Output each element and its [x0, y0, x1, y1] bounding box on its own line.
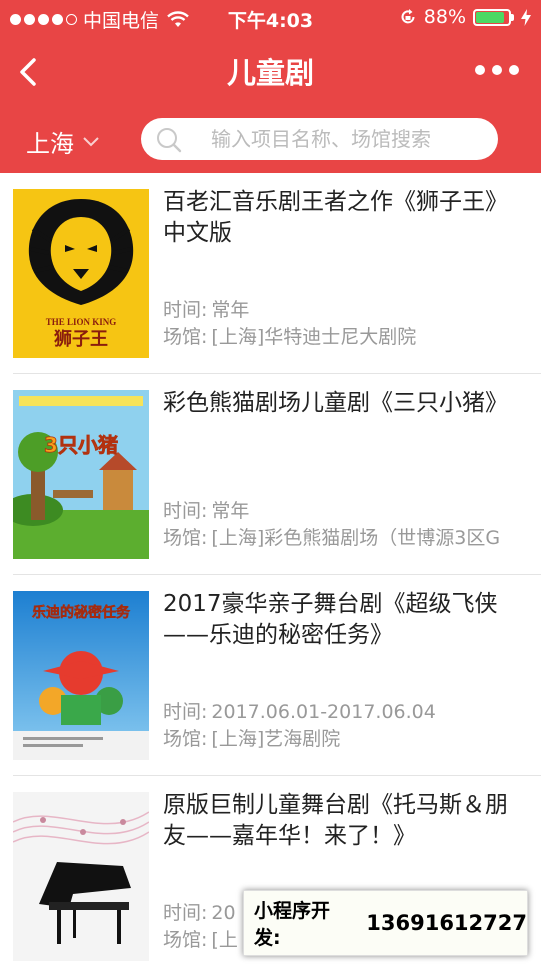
more-dot-icon — [475, 65, 485, 75]
item-title: 2017豪华亲子舞台剧《超级飞侠——乐迪的秘密任务》 — [163, 591, 498, 648]
list-item[interactable]: 3只小猪 彩色熊猫剧场儿童剧《三只小猪》 时间: 常年 场馆: [上海]彩色熊猫剧场… — [0, 374, 541, 575]
poster-image: 3只小猪 — [13, 390, 149, 559]
item-title: 彩色熊猫剧场儿童剧《三只小猪》 — [163, 390, 508, 416]
item-time: 时间: 常年 — [163, 299, 250, 321]
item-title: 原版巨制儿童舞台剧《托马斯＆朋友——嘉年华！来了！》 — [163, 792, 508, 849]
page-title: 儿童剧 — [226, 56, 314, 90]
item-title: 百老汇音乐剧王者之作《狮子王》中文版 — [163, 189, 508, 246]
orientation-lock-icon — [401, 9, 415, 24]
more-button[interactable] — [475, 62, 519, 78]
filter-bar: 上海 — [0, 106, 541, 173]
status-bar: 中国电信 下午4:03 88% — [0, 0, 541, 36]
list-item[interactable]: 乐迪的秘密任务 2017豪华亲子舞台剧《超级飞侠——乐迪的秘密任务》 时间: 20… — [0, 575, 541, 776]
nav-bar: 儿童剧 — [0, 36, 541, 106]
battery-percent: 88% — [423, 6, 466, 28]
header: 中国电信 下午4:03 88% 儿童剧 上海 输入项目名称、场馆搜索 — [0, 0, 541, 173]
item-venue: 场馆: [上海]艺海剧院 — [163, 728, 341, 750]
status-right: 88% — [399, 6, 531, 28]
battery-icon — [473, 8, 514, 26]
search-box[interactable] — [141, 118, 498, 160]
poster-image: THE LION KING 狮子王 — [13, 189, 149, 358]
poster-cn-title: 狮子王 — [54, 329, 108, 350]
poster-image — [13, 792, 149, 961]
city-selector[interactable]: 上海 — [26, 124, 100, 159]
promo-banner[interactable]: 小程序开发: 13691612727 — [243, 890, 528, 956]
list-item[interactable]: THE LION KING 狮子王 百老汇音乐剧王者之作《狮子王》中文版 时间:… — [0, 173, 541, 374]
poster-mark: THE LION KING — [46, 317, 117, 327]
item-time: 时间: 2017.06.01-2017.06.04 — [163, 701, 436, 723]
more-dot-icon — [492, 65, 502, 75]
item-time: 时间: 常年 — [163, 500, 250, 522]
promo-phone: 13691612727 — [366, 911, 527, 935]
chevron-down-icon — [83, 136, 99, 146]
poster-image: 乐迪的秘密任务 — [13, 591, 149, 760]
promo-label: 小程序开发: — [254, 900, 331, 949]
item-venue: 场馆: [上海]华特迪士尼大剧院 — [163, 326, 417, 348]
search-input[interactable] — [211, 118, 481, 160]
more-dot-icon — [509, 65, 519, 75]
item-venue: 场馆: [上海]彩色熊猫剧场（世博源3区G — [163, 527, 501, 549]
search-icon — [157, 128, 182, 153]
charging-bolt-icon — [521, 8, 531, 26]
poster-mark: 3只小猪 — [44, 433, 118, 457]
battery-fill — [476, 11, 505, 23]
poster-mark: 乐迪的秘密任务 — [32, 604, 131, 621]
city-label: 上海 — [26, 130, 74, 158]
